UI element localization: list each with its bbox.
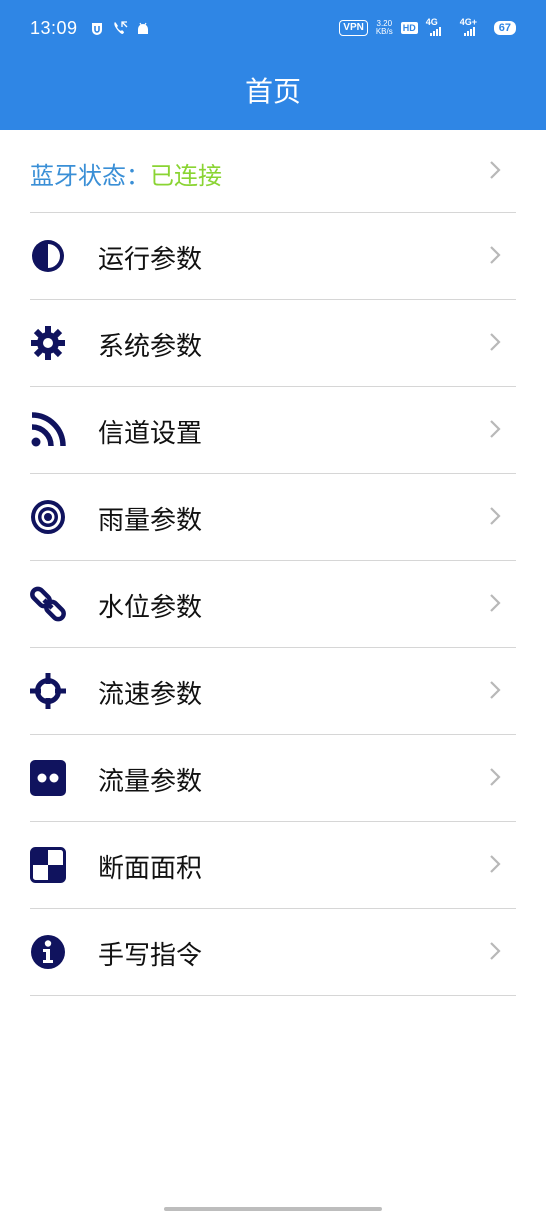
signal-bars-icon	[463, 27, 475, 36]
menu-list: 蓝牙状态：已连接 运行参数 系统参数 信道设置 雨量参数 水位参数 流速参数 流…	[30, 130, 516, 996]
menu-item-label: 信道设置	[98, 419, 203, 449]
chevron-right-icon	[490, 855, 501, 873]
signal-sim1: 4G	[425, 17, 452, 36]
chevron-right-icon	[490, 420, 501, 438]
android-icon	[136, 21, 150, 40]
sim1-type: 4G	[425, 17, 438, 27]
gear-icon	[31, 326, 65, 360]
menu-item-label: 运行参数	[98, 245, 203, 275]
sim2-type: 4G+	[459, 17, 478, 27]
menu-item-water-level-params[interactable]: 水位参数	[30, 561, 516, 648]
checker-square-icon	[30, 847, 66, 883]
notification-icons	[90, 20, 150, 40]
menu-item-handwritten-command[interactable]: 手写指令	[30, 909, 516, 996]
vpn-badge: VPN	[339, 20, 368, 36]
chevron-right-icon	[490, 161, 501, 179]
speed-unit: KB/s	[375, 27, 393, 36]
info-icon	[31, 935, 65, 969]
menu-item-label: 流量参数	[98, 767, 203, 797]
menu-item-system-params[interactable]: 系统参数	[30, 300, 516, 387]
signal-sim2: 4G+	[459, 17, 486, 36]
bluetooth-status-row[interactable]: 蓝牙状态：已连接	[30, 130, 516, 213]
system-indicators: VPN 3.20 KB/s HD 4G 4G+ 67	[339, 17, 516, 36]
chevron-right-icon	[490, 246, 501, 264]
menu-item-label: 流速参数	[98, 680, 203, 710]
page-title: 首页	[244, 75, 301, 108]
target-icon	[31, 500, 65, 534]
menu-item-label: 水位参数	[98, 593, 203, 623]
bluetooth-status-label: 蓝牙状态：	[30, 162, 150, 190]
chevron-right-icon	[490, 768, 501, 786]
chain-link-icon	[30, 586, 66, 622]
half-circle-icon	[32, 240, 64, 272]
two-dots-icon	[30, 760, 66, 796]
chevron-right-icon	[490, 333, 501, 351]
rss-icon	[31, 412, 66, 447]
menu-item-label: 雨量参数	[98, 506, 203, 536]
chevron-right-icon	[490, 942, 501, 960]
shield-u-icon	[90, 21, 104, 40]
menu-item-flow-volume-params[interactable]: 流量参数	[30, 735, 516, 822]
app-bar: 13:09 VPN 3.20 KB/s HD 4G 4G+ 67 首页	[0, 0, 546, 130]
menu-item-flow-speed-params[interactable]: 流速参数	[30, 648, 516, 735]
status-time: 13:09	[30, 18, 78, 38]
battery-level: 67	[493, 21, 516, 35]
signal-bars-icon	[429, 27, 441, 36]
network-speed: 3.20 KB/s	[376, 20, 393, 36]
menu-item-label: 断面面积	[98, 854, 203, 884]
crosshair-icon	[30, 673, 66, 709]
menu-item-label: 手写指令	[98, 941, 203, 971]
menu-item-rain-params[interactable]: 雨量参数	[30, 474, 516, 561]
missed-call-icon	[112, 20, 128, 40]
menu-item-run-params[interactable]: 运行参数	[30, 213, 516, 300]
chevron-right-icon	[490, 681, 501, 699]
status-bar: 13:09 VPN 3.20 KB/s HD 4G 4G+ 67	[0, 0, 546, 62]
menu-item-channel-settings[interactable]: 信道设置	[30, 387, 516, 474]
bluetooth-status-value: 已连接	[150, 162, 222, 190]
hd-badge: HD	[400, 22, 418, 34]
menu-item-label: 系统参数	[98, 332, 203, 362]
menu-item-section-area[interactable]: 断面面积	[30, 822, 516, 909]
chevron-right-icon	[490, 507, 501, 525]
chevron-right-icon	[490, 594, 501, 612]
home-indicator[interactable]	[164, 1207, 382, 1211]
